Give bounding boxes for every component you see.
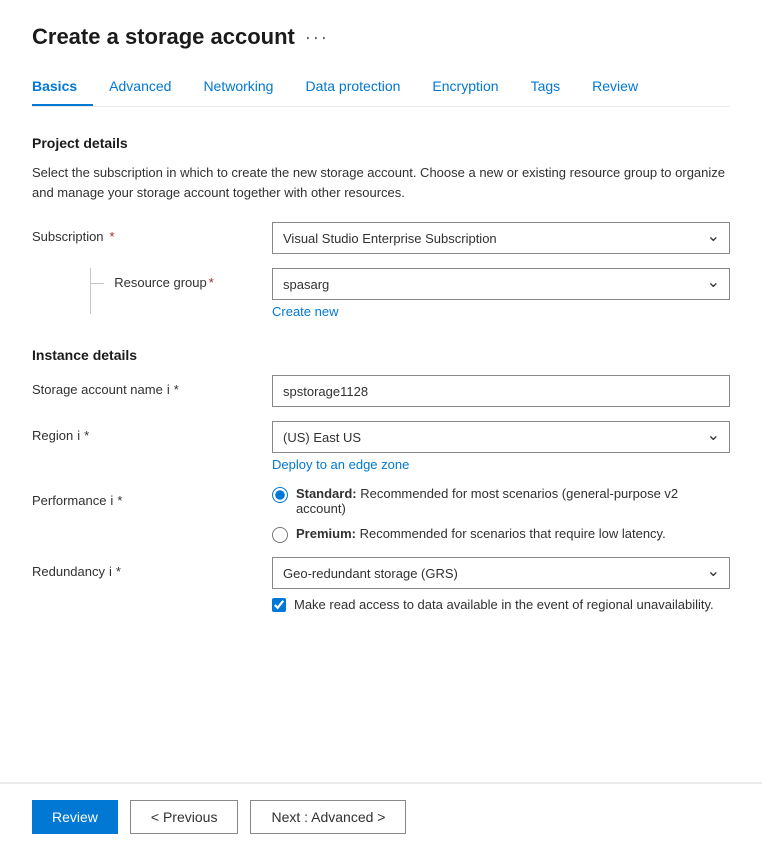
tab-encryption[interactable]: Encryption (416, 70, 514, 106)
subscription-select[interactable]: Visual Studio Enterprise Subscription (272, 222, 730, 254)
performance-control: Standard: Recommended for most scenarios… (272, 486, 730, 543)
read-access-checkbox[interactable] (272, 598, 286, 612)
storage-name-info-icon[interactable]: i (167, 382, 170, 397)
project-details-title: Project details (32, 135, 730, 151)
region-select-wrapper: (US) East US (272, 421, 730, 453)
performance-required: * (117, 493, 122, 508)
region-row: Region i * (US) East US Deploy to an edg… (32, 421, 730, 472)
tab-networking[interactable]: Networking (187, 70, 289, 106)
redundancy-info-icon[interactable]: i (109, 564, 112, 579)
redundancy-select[interactable]: Geo-redundant storage (GRS) (272, 557, 730, 589)
tab-tags[interactable]: Tags (515, 70, 577, 106)
region-select[interactable]: (US) East US (272, 421, 730, 453)
storage-name-label: Storage account name i * (32, 375, 272, 397)
resource-group-row: Resource group * spasarg Create new (32, 268, 730, 319)
redundancy-label: Redundancy i * (32, 557, 272, 579)
resource-group-select-wrapper: spasarg (272, 268, 730, 300)
project-details-section: Project details Select the subscription … (32, 135, 730, 319)
performance-premium-label: Premium: Recommended for scenarios that … (296, 526, 666, 541)
performance-label: Performance i * (32, 486, 272, 508)
more-options-button[interactable]: ··· (305, 27, 329, 48)
region-control: (US) East US Deploy to an edge zone (272, 421, 730, 472)
region-info-icon[interactable]: i (77, 428, 80, 443)
redundancy-select-wrapper: Geo-redundant storage (GRS) (272, 557, 730, 589)
resource-group-label: Resource group * (32, 268, 272, 290)
project-details-description: Select the subscription in which to crea… (32, 163, 730, 202)
subscription-control: Visual Studio Enterprise Subscription (272, 222, 730, 254)
performance-premium-radio[interactable] (272, 527, 288, 543)
footer: Review < Previous Next : Advanced > (0, 783, 762, 850)
redundancy-control: Geo-redundant storage (GRS) Make read ac… (272, 557, 730, 612)
performance-standard-label: Standard: Recommended for most scenarios… (296, 486, 730, 516)
resource-group-required: * (209, 275, 214, 290)
tab-basics[interactable]: Basics (32, 70, 93, 106)
redundancy-required: * (116, 564, 121, 579)
read-access-label: Make read access to data available in th… (294, 597, 714, 612)
storage-name-row: Storage account name i * (32, 375, 730, 407)
page-title: Create a storage account (32, 24, 295, 50)
performance-radio-group: Standard: Recommended for most scenarios… (272, 486, 730, 543)
performance-standard-item: Standard: Recommended for most scenarios… (272, 486, 730, 516)
instance-details-title: Instance details (32, 347, 730, 363)
performance-standard-radio[interactable] (272, 487, 288, 503)
previous-button[interactable]: < Previous (130, 800, 239, 834)
redundancy-row: Redundancy i * Geo-redundant storage (GR… (32, 557, 730, 612)
subscription-select-wrapper: Visual Studio Enterprise Subscription (272, 222, 730, 254)
resource-group-select[interactable]: spasarg (272, 268, 730, 300)
performance-row: Performance i * Standard: Recommended fo… (32, 486, 730, 543)
region-label: Region i * (32, 421, 272, 443)
resource-group-text: Resource group (110, 275, 207, 290)
next-button[interactable]: Next : Advanced > (250, 800, 406, 834)
performance-info-icon[interactable]: i (110, 493, 113, 508)
read-access-row: Make read access to data available in th… (272, 597, 730, 612)
deploy-edge-link[interactable]: Deploy to an edge zone (272, 457, 409, 472)
review-button[interactable]: Review (32, 800, 118, 834)
subscription-label: Subscription * (32, 222, 272, 244)
subscription-required: * (110, 229, 115, 244)
tab-advanced[interactable]: Advanced (93, 70, 187, 106)
tab-review[interactable]: Review (576, 70, 654, 106)
storage-name-required: * (174, 382, 179, 397)
region-required: * (84, 428, 89, 443)
resource-group-control: spasarg Create new (272, 268, 730, 319)
tab-data-protection[interactable]: Data protection (289, 70, 416, 106)
storage-name-input[interactable] (272, 375, 730, 407)
tab-bar: Basics Advanced Networking Data protecti… (32, 70, 730, 107)
instance-details-section: Instance details Storage account name i … (32, 347, 730, 612)
subscription-row: Subscription * Visual Studio Enterprise … (32, 222, 730, 254)
storage-name-control (272, 375, 730, 407)
performance-premium-item: Premium: Recommended for scenarios that … (272, 526, 730, 543)
create-new-link[interactable]: Create new (272, 304, 338, 319)
